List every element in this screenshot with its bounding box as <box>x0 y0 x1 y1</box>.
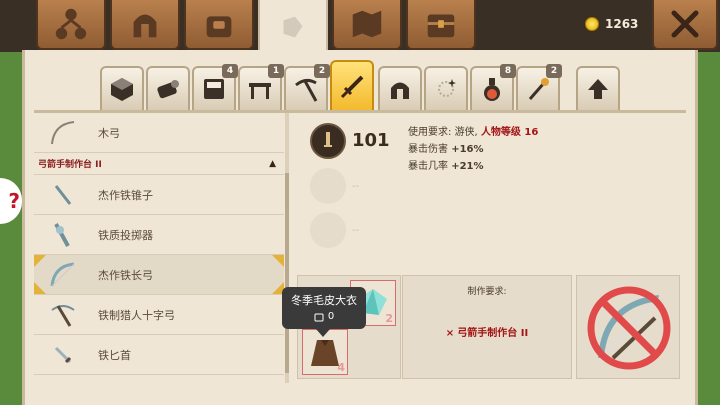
tab-armor[interactable] <box>110 0 180 50</box>
list-item[interactable]: 铁制猎人十字弓 <box>34 295 284 335</box>
list-item-label: 铁匕首 <box>98 348 131 362</box>
helmet-icon <box>391 82 409 99</box>
category-tab-armor[interactable] <box>378 66 422 110</box>
pickaxe-icon <box>295 78 318 102</box>
recipe-list[interactable]: 木弓 弓箭手制作台 II ▲ 杰作铁锥子 铁质投掷器 杰作铁长弓 铁制猎人十字弓… <box>34 113 284 383</box>
cube-icon <box>111 78 133 101</box>
collapse-caret-icon: ▲ <box>269 158 276 169</box>
category-tab-machines[interactable]: 4 <box>192 64 238 110</box>
coin-icon <box>585 17 599 31</box>
item-stats: 使用要求: 游侠, 人物等级 16 暴击伤害 +16% 暴击几率 +21% <box>408 124 538 175</box>
puzzle-icon <box>283 16 303 38</box>
category-tab-tools[interactable]: 2 <box>284 64 330 110</box>
requirement-line: 使用要求: 游侠, 人物等级 16 <box>408 127 539 138</box>
table-icon <box>249 83 271 99</box>
tab-bag[interactable] <box>184 0 254 50</box>
list-item-selected[interactable]: 杰作铁长弓 <box>34 255 284 295</box>
thrower-icon <box>54 222 70 247</box>
crossbow-icon <box>51 304 75 327</box>
upload-arrow-icon <box>588 79 608 99</box>
side-notification[interactable]: ? <box>0 178 22 224</box>
tooltip-owned: 0 <box>282 311 366 322</box>
category-tab-furniture[interactable]: 1 <box>238 64 284 110</box>
damage-icon <box>310 123 346 159</box>
sword-icon <box>340 75 364 99</box>
section-header[interactable]: 弓箭手制作台 II ▲ <box>34 153 284 175</box>
list-item[interactable]: 木弓 <box>34 113 284 153</box>
empty-stat-slot <box>310 212 346 248</box>
category-tab-blocks[interactable] <box>100 66 144 110</box>
sparkle-icon <box>438 79 456 97</box>
category-badge: 2 <box>546 64 562 78</box>
empty-stat-dash: -- <box>352 225 360 236</box>
material-count: 4 <box>337 361 345 374</box>
tab-map[interactable] <box>332 0 402 50</box>
category-badge: 4 <box>222 64 238 78</box>
crit-damage-line: 暴击伤害 +16% <box>408 144 484 155</box>
selection-corner <box>272 255 284 267</box>
category-tab-potions[interactable]: 8 <box>470 64 516 110</box>
category-badge: 8 <box>500 64 516 78</box>
map-icon <box>352 10 382 38</box>
empty-stat-slot <box>310 168 346 204</box>
category-tab-weapons[interactable] <box>330 60 374 112</box>
crit-rate-line: 暴击几率 +21% <box>408 161 484 172</box>
machine-icon <box>204 79 224 99</box>
craft-req-title: 制作要求: <box>467 287 507 297</box>
list-item[interactable]: 杰作铁锥子 <box>34 175 284 215</box>
dagger-icon <box>54 346 72 363</box>
tooltip-tail <box>316 329 330 337</box>
longbow-no-craft-icon <box>587 286 671 370</box>
tab-skills[interactable] <box>36 0 106 50</box>
staff-icon <box>528 78 549 100</box>
craft-req-item: × 弓箭手制作台 II <box>445 328 529 339</box>
list-item[interactable]: 铁匕首 <box>34 335 284 375</box>
tooltip-title: 冬季毛皮大衣 <box>291 294 357 307</box>
damage-value: 101 <box>352 130 390 151</box>
skill-tree-icon <box>55 8 87 40</box>
material-tooltip: 冬季毛皮大衣 0 <box>282 287 366 337</box>
list-item-label: 杰作铁锥子 <box>98 188 153 202</box>
potion-icon <box>484 78 500 101</box>
craft-button-disabled[interactable] <box>576 275 680 379</box>
category-badge: 2 <box>314 64 330 78</box>
helmet-icon <box>133 14 157 38</box>
bow-icon <box>51 120 75 144</box>
category-badge: 1 <box>268 64 284 78</box>
category-tab-magic[interactable] <box>424 66 468 110</box>
list-scrollbar[interactable] <box>285 113 289 383</box>
list-item-label: 木弓 <box>98 126 120 140</box>
scroll-icon <box>157 80 179 99</box>
material-count: 2 <box>385 312 393 325</box>
list-item-label: 铁制猎人十字弓 <box>98 308 175 322</box>
close-icon <box>671 10 699 38</box>
category-tab-materials[interactable] <box>146 66 190 110</box>
bag-icon <box>206 16 232 38</box>
selection-corner <box>34 255 46 267</box>
longbow-icon <box>50 262 75 286</box>
craft-requirements: 制作要求: × 弓箭手制作台 II <box>402 275 572 379</box>
tab-chest[interactable] <box>406 0 476 50</box>
section-title: 弓箭手制作台 II <box>38 160 102 170</box>
selection-corner <box>34 282 46 294</box>
empty-stat-dash: -- <box>352 181 360 192</box>
currency-display: 1263 <box>585 8 647 40</box>
list-item-label: 铁质投掷器 <box>98 228 153 242</box>
chest-icon <box>427 14 455 38</box>
scroll-thumb[interactable] <box>285 173 289 373</box>
category-tab-staffs[interactable]: 2 <box>516 64 562 110</box>
list-item-label: 杰作铁长弓 <box>98 268 153 282</box>
category-tab-upgrade[interactable] <box>576 66 620 110</box>
list-item[interactable]: 铁质投掷器 <box>34 215 284 255</box>
close-button[interactable] <box>652 0 718 50</box>
missing-x-icon: × <box>445 328 455 339</box>
inventory-bag-icon <box>314 313 324 321</box>
currency-amount: 1263 <box>605 17 639 31</box>
sword-icon <box>324 132 332 147</box>
awl-icon <box>54 184 72 205</box>
